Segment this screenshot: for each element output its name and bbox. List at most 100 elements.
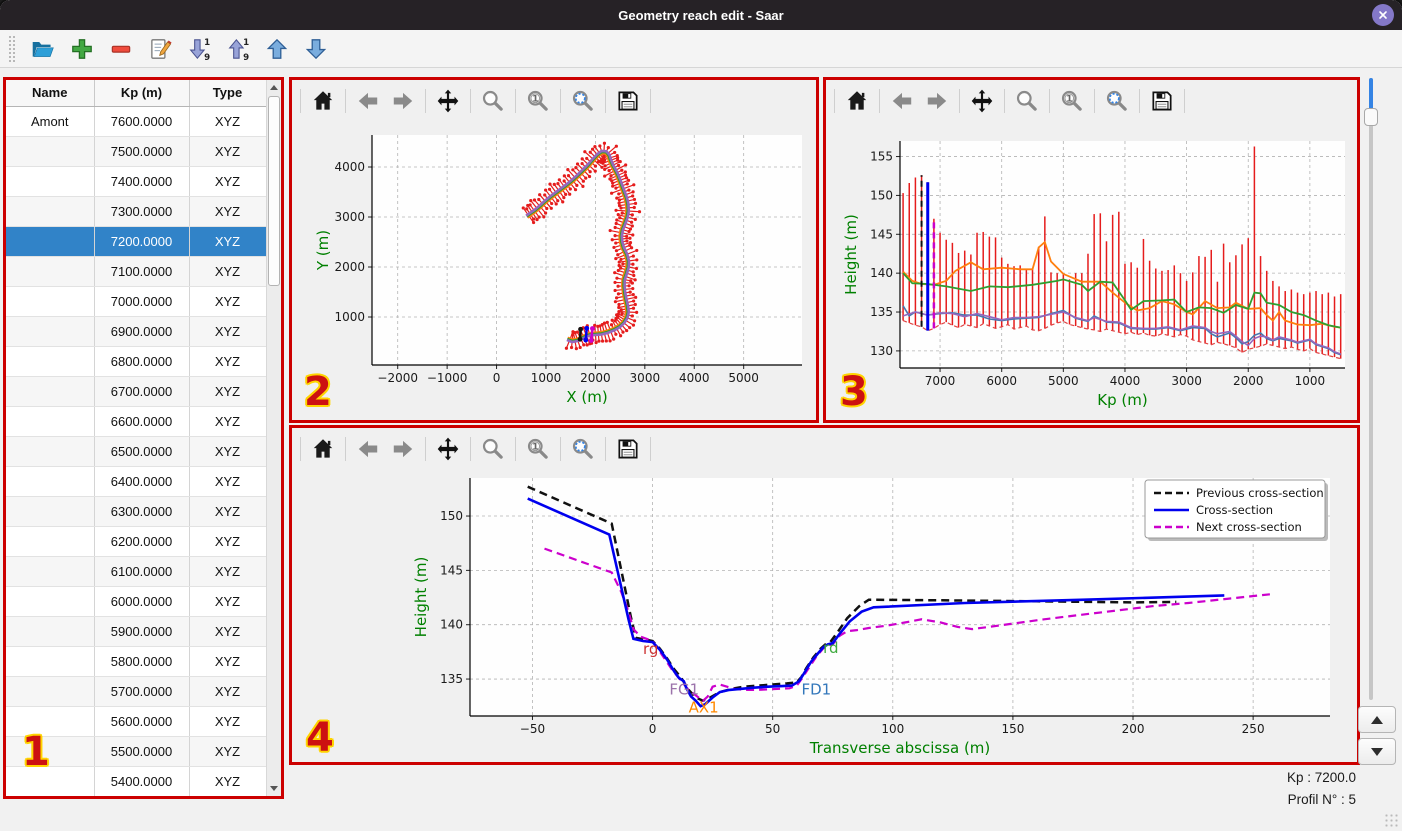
table-cell[interactable]: 7500.0000 — [94, 136, 190, 167]
table-cell[interactable] — [6, 256, 95, 287]
table-cell[interactable]: XYZ — [189, 706, 266, 737]
table-cell[interactable]: XYZ — [189, 676, 266, 707]
table-cell[interactable] — [6, 316, 95, 347]
table-cell[interactable]: 6100.0000 — [94, 556, 190, 587]
table-cell[interactable]: XYZ — [189, 526, 266, 557]
table-cell[interactable]: 5800.0000 — [94, 646, 190, 677]
zoom-one-icon[interactable]: 1 — [1059, 88, 1085, 114]
table-cell[interactable] — [6, 766, 95, 796]
table-cell[interactable]: 7400.0000 — [94, 166, 190, 197]
table-cell[interactable]: Amont — [6, 106, 95, 137]
table-cell[interactable] — [6, 706, 95, 737]
table-cell[interactable]: 6000.0000 — [94, 586, 190, 617]
table-cell[interactable]: XYZ — [189, 586, 266, 617]
table-cell[interactable] — [6, 646, 95, 677]
table-cell[interactable]: 5500.0000 — [94, 736, 190, 767]
home-icon[interactable] — [310, 436, 336, 462]
table-cell[interactable]: 7200.0000 — [94, 226, 190, 257]
table-row[interactable]: 7400.0000 XYZ — [6, 166, 266, 197]
table-cell[interactable] — [6, 286, 95, 317]
profile-figure[interactable]: 7000 6000 5000 4000 3000 2000 1000 130 135 140 145… — [826, 122, 1357, 420]
back-icon[interactable] — [355, 88, 381, 114]
table-cell[interactable]: 5400.0000 — [94, 766, 190, 796]
table-cell[interactable] — [6, 166, 95, 197]
profile-position-slider[interactable] — [1364, 78, 1378, 700]
table-cell[interactable]: XYZ — [189, 646, 266, 677]
resize-grip[interactable] — [1384, 813, 1398, 827]
sort-descending-icon[interactable]: 19 — [186, 36, 212, 62]
home-icon[interactable] — [844, 88, 870, 114]
table-cell[interactable]: 6700.0000 — [94, 376, 190, 407]
zoom-one-icon[interactable]: 1 — [525, 88, 551, 114]
save-icon[interactable] — [615, 88, 641, 114]
table-cell[interactable]: 7000.0000 — [94, 286, 190, 317]
table-cell[interactable] — [6, 196, 95, 227]
slider-handle[interactable] — [1364, 108, 1378, 126]
table-row[interactable]: 7300.0000 XYZ — [6, 196, 266, 227]
add-row-icon[interactable] — [69, 36, 95, 62]
table-cell[interactable] — [6, 346, 95, 377]
table-cell[interactable]: 6800.0000 — [94, 346, 190, 377]
table-cell[interactable]: XYZ — [189, 346, 266, 377]
table-cell[interactable] — [6, 616, 95, 647]
table-cell[interactable]: 5900.0000 — [94, 616, 190, 647]
table-row[interactable]: 6700.0000 XYZ — [6, 376, 266, 407]
table-row[interactable]: 5600.0000 XYZ — [6, 706, 266, 737]
table-cell[interactable]: 6600.0000 — [94, 406, 190, 437]
forward-icon[interactable] — [924, 88, 950, 114]
zoom-one-icon[interactable]: 1 — [525, 436, 551, 462]
table-row[interactable]: 5800.0000 XYZ — [6, 646, 266, 677]
save-icon[interactable] — [1149, 88, 1175, 114]
table-cell[interactable]: 6400.0000 — [94, 466, 190, 497]
table-cell[interactable] — [6, 556, 95, 587]
table-row[interactable]: 5400.0000 XYZ — [6, 766, 266, 796]
pan-icon[interactable] — [435, 88, 461, 114]
sort-ascending-icon[interactable]: 19 — [225, 36, 251, 62]
move-down-icon[interactable] — [303, 36, 329, 62]
pan-icon[interactable] — [969, 88, 995, 114]
table-cell[interactable] — [6, 226, 95, 257]
profile-up-button[interactable] — [1358, 706, 1396, 733]
table-cell[interactable] — [6, 136, 95, 167]
table-cell[interactable]: XYZ — [189, 286, 266, 317]
table-row[interactable]: 6000.0000 XYZ — [6, 586, 266, 617]
table-cell[interactable]: XYZ — [189, 226, 266, 257]
table-cell[interactable]: 6200.0000 — [94, 526, 190, 557]
back-icon[interactable] — [889, 88, 915, 114]
table-cell[interactable]: XYZ — [189, 106, 266, 137]
forward-icon[interactable] — [390, 436, 416, 462]
table-cell[interactable]: XYZ — [189, 376, 266, 407]
table-cell[interactable]: 6300.0000 — [94, 496, 190, 527]
cross-section-figure[interactable]: −50 0 50 100 150 200 250 135 140 145 150 Transverse… — [292, 470, 1357, 762]
column-header-kp[interactable]: Kp (m) — [94, 80, 190, 107]
table-cell[interactable] — [6, 436, 95, 467]
save-icon[interactable] — [615, 436, 641, 462]
table-cell[interactable] — [6, 496, 95, 527]
table-cell[interactable] — [6, 406, 95, 437]
toolbar-drag-handle[interactable] — [8, 34, 17, 63]
forward-icon[interactable] — [390, 88, 416, 114]
table-cell[interactable] — [6, 736, 95, 767]
scrollbar-thumb[interactable] — [268, 96, 280, 286]
edit-icon[interactable] — [147, 36, 173, 62]
pan-icon[interactable] — [435, 436, 461, 462]
table-cell[interactable]: XYZ — [189, 556, 266, 587]
table-row[interactable]: Amont 7600.0000 XYZ — [6, 106, 266, 137]
table-cell[interactable] — [6, 526, 95, 557]
table-row[interactable]: 7200.0000 XYZ — [6, 226, 266, 257]
scroll-down-button[interactable] — [267, 781, 281, 796]
table-cell[interactable]: XYZ — [189, 166, 266, 197]
remove-row-icon[interactable] — [108, 36, 134, 62]
table-cell[interactable] — [6, 676, 95, 707]
zoom-icon[interactable] — [480, 88, 506, 114]
titlebar[interactable]: Geometry reach edit - Saar — [0, 0, 1402, 30]
table-row[interactable]: 6200.0000 XYZ — [6, 526, 266, 557]
table-cell[interactable]: XYZ — [189, 316, 266, 347]
scroll-up-button[interactable] — [267, 80, 281, 95]
table-row[interactable]: 5900.0000 XYZ — [6, 616, 266, 647]
open-folder-icon[interactable] — [30, 36, 56, 62]
table-cell[interactable] — [6, 376, 95, 407]
zoom-region-icon[interactable] — [1104, 88, 1130, 114]
table-cell[interactable]: 5600.0000 — [94, 706, 190, 737]
table-row[interactable]: 5700.0000 XYZ — [6, 676, 266, 707]
